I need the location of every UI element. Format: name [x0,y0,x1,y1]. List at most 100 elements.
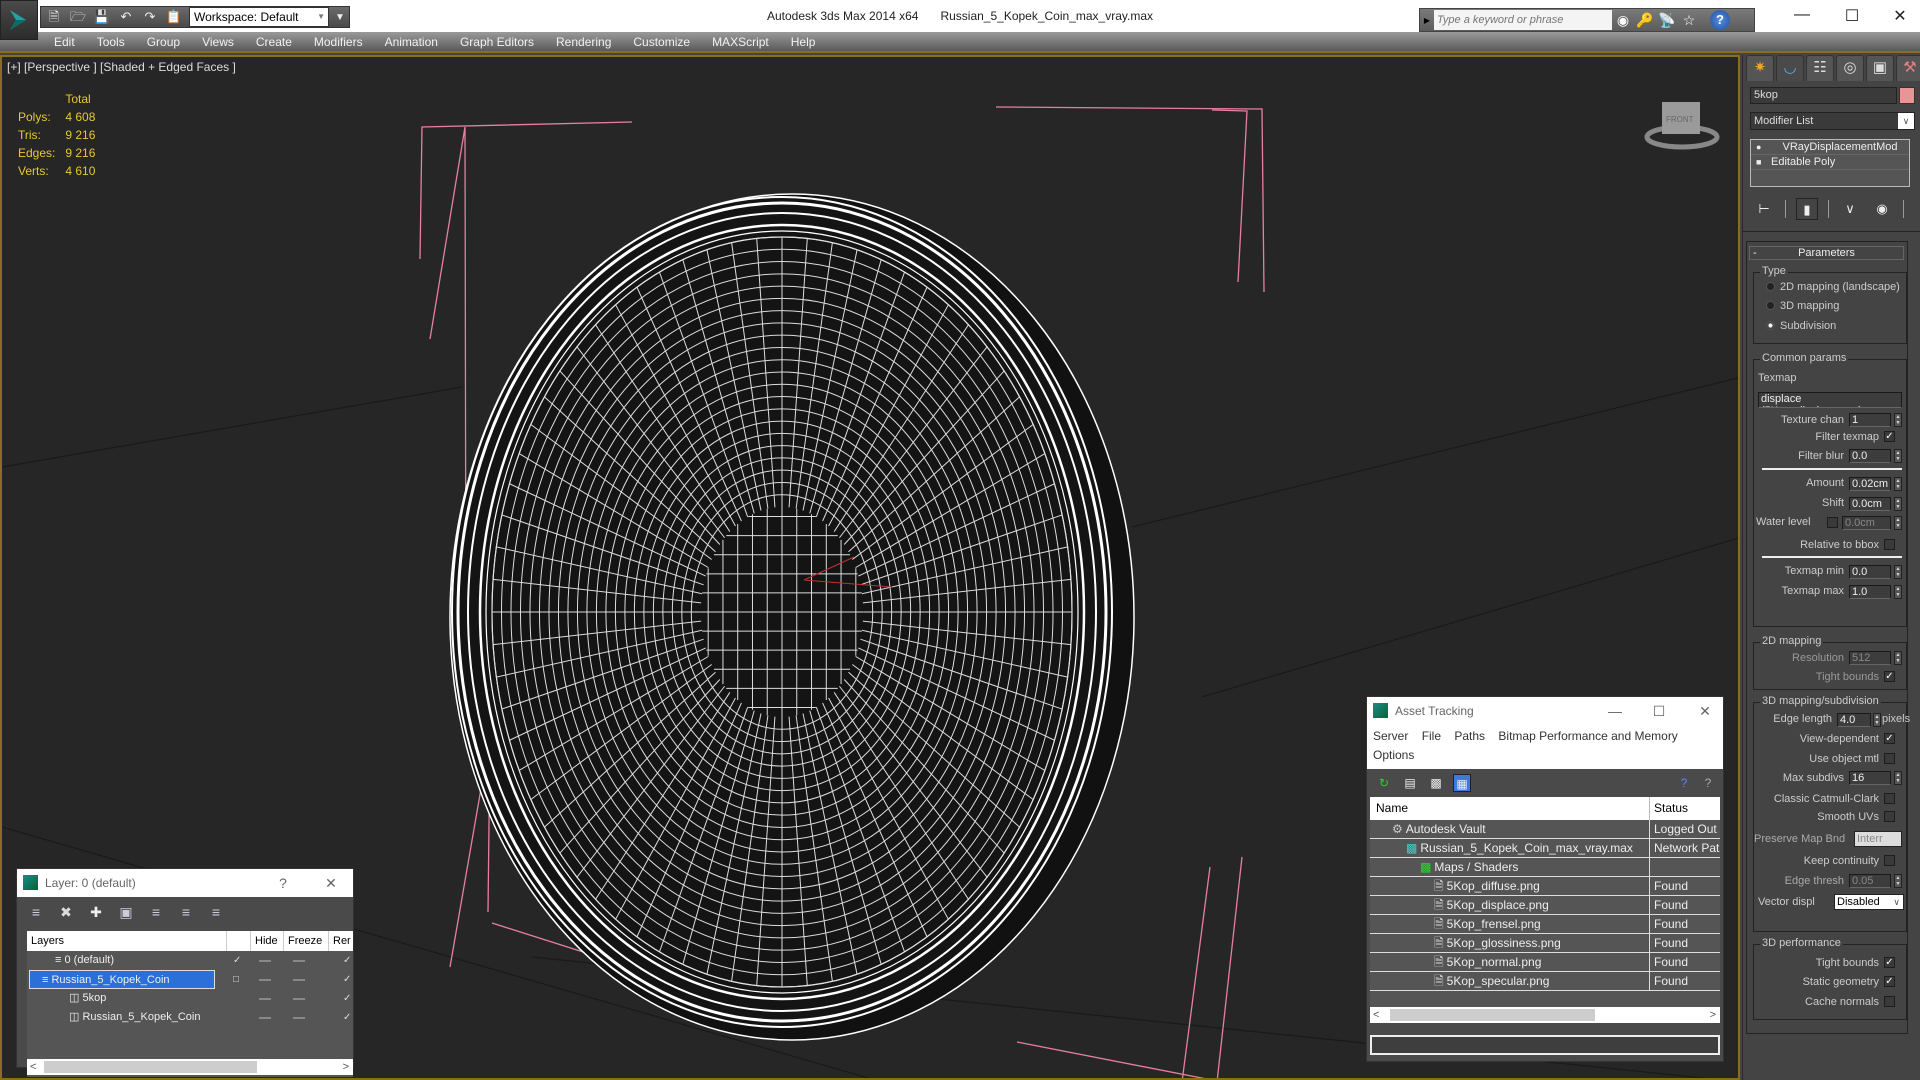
menu-views[interactable]: Views [191,32,245,51]
texmap-min-field[interactable]: 0.0 [1849,565,1891,579]
edge-length-spinner[interactable]: ▲ ▼ [1873,713,1881,727]
hide-toggle[interactable] [259,1017,271,1019]
set-current-checkbox[interactable]: □ [233,970,239,989]
menu-rendering[interactable]: Rendering [545,32,622,51]
hide-toggle[interactable] [259,960,271,962]
menu-modifiers[interactable]: Modifiers [303,32,374,51]
help-globe-icon[interactable]: ? [1675,774,1693,792]
table-row[interactable]: 🗎 5Kop_displace.png Found [1370,896,1720,915]
column-name[interactable]: Name [1370,797,1650,820]
edge-thresh-field[interactable]: 0.05 [1849,874,1891,888]
max-subdivs-field[interactable]: 16 [1849,771,1891,785]
render-toggle[interactable]: ✓ [343,989,351,1008]
object-name-field[interactable]: 5kop [1750,87,1897,104]
column-current[interactable] [227,931,251,951]
render-toggle[interactable]: ✓ [343,1008,351,1027]
menu-server[interactable]: Server [1373,729,1408,743]
column-hide[interactable]: Hide [251,931,284,951]
column-freeze[interactable]: Freeze [284,931,329,951]
keep-continuity-checkbox[interactable] [1884,855,1895,866]
asset-path-field[interactable] [1370,1035,1720,1055]
menu-customize[interactable]: Customize [622,32,701,51]
create-tab[interactable]: ✷ [1746,55,1774,81]
motion-tab[interactable]: ◎ [1836,55,1864,81]
layer-name-cell[interactable]: ≡ 0 (default) [55,951,114,970]
create-layer-icon[interactable]: ≡ [27,903,45,921]
stack-item-vraydisplacement[interactable]: ● VRayDisplacementMod [1751,140,1909,155]
make-unique-icon[interactable]: ∨ [1839,198,1861,220]
table-row[interactable]: 🗎 5Kop_frensel.png Found [1370,915,1720,934]
radio-2d-mapping[interactable]: 2D mapping (landscape) [1766,281,1900,293]
cache-normals-checkbox[interactable] [1884,996,1895,1007]
column-layers[interactable]: Layers [27,931,227,951]
texture-chan-spinner[interactable]: ▲ ▼ [1894,413,1902,427]
texture-chan-field[interactable]: 1 [1849,413,1891,427]
menu-animation[interactable]: Animation [374,32,449,51]
max-subdivs-spinner[interactable]: ▲ ▼ [1894,771,1902,785]
pin-stack-icon[interactable]: ⊢ [1753,198,1775,220]
menu-group[interactable]: Group [136,32,191,51]
app-menu-button[interactable] [0,0,38,40]
layer-row[interactable]: ◫ Russian_5_Kopek_Coin ✓ [27,1008,353,1027]
key-icon[interactable]: 🔑 [1634,12,1656,29]
scroll-left-icon[interactable]: < [30,1059,36,1075]
hide-toggle[interactable] [259,998,271,1000]
scroll-right-icon[interactable]: > [1710,1007,1716,1023]
menu-tools[interactable]: Tools [86,32,136,51]
smooth-uvs-checkbox[interactable] [1884,811,1895,822]
viewcube[interactable]: FRONT [1642,92,1722,152]
menu-help[interactable]: Help [780,32,827,51]
horizontal-scrollbar[interactable]: < > [27,1059,353,1075]
texmap-max-spinner[interactable]: ▲ ▼ [1894,585,1902,599]
water-level-checkbox[interactable] [1827,517,1838,528]
edge-length-field[interactable]: 4.0 [1837,713,1871,727]
maximize-button[interactable]: ☐ [1832,6,1872,26]
close-button[interactable]: ✕ [1693,697,1717,725]
binoculars-icon[interactable]: ◉ [1612,12,1634,29]
delete-layer-icon[interactable]: ✖ [57,903,75,921]
layer-row[interactable]: ◫ 5kop ✓ [27,989,353,1008]
radio-button[interactable] [1766,321,1775,330]
select-objects-icon[interactable]: ▣ [117,903,135,921]
table-row[interactable]: 🗎 5Kop_specular.png Found [1370,972,1720,991]
filter-blur-field[interactable]: 0.0 [1849,449,1891,463]
column-status[interactable]: Status [1650,797,1720,820]
scroll-right-icon[interactable]: > [343,1059,349,1075]
stack-item-editable-poly[interactable]: ■ Editable Poly [1751,155,1909,170]
menu-options[interactable]: Options [1373,748,1414,762]
use-object-mtl-checkbox[interactable] [1884,753,1895,764]
layer-row[interactable]: ⊟≡ Russian_5_Kopek_Coin□✓ [27,970,353,989]
horizontal-scrollbar[interactable]: < > [1370,1007,1720,1023]
close-button[interactable]: ✕ [1880,6,1920,26]
freeze-toggle[interactable] [293,1017,305,1019]
filter-blur-spinner[interactable]: ▲ ▼ [1894,449,1902,463]
radio-subdivision[interactable]: Subdivision [1766,320,1836,332]
menu-create[interactable]: Create [245,32,303,51]
modify-tab[interactable]: ◡ [1776,55,1804,81]
shift-field[interactable]: 0.0cm [1849,497,1891,511]
layer-properties-icon[interactable]: ≡ [207,903,225,921]
table-view-icon[interactable]: ▦ [1453,774,1471,792]
catmull-clark-checkbox[interactable] [1884,793,1895,804]
scroll-thumb[interactable] [44,1061,257,1073]
menu-edit[interactable]: Edit [43,32,86,51]
tight-bounds-2d-checkbox[interactable]: ✓ [1884,671,1895,682]
current-layer-check-icon[interactable]: ✓ [233,951,241,970]
layer-titlebar[interactable]: Layer: 0 (default) ? ✕ [17,869,353,897]
water-level-field[interactable]: 0.0cm [1842,516,1891,530]
tree-view-icon[interactable]: ▩ [1427,774,1445,792]
parameters-rollout-header[interactable]: - Parameters [1749,246,1904,260]
maximize-button[interactable]: ☐ [1647,697,1671,725]
menu-file[interactable]: File [1422,729,1441,743]
scroll-thumb[interactable] [1390,1009,1595,1021]
set-current-layer-icon[interactable]: ≡ [177,903,195,921]
radio-3d-mapping[interactable]: 3D mapping [1766,300,1839,312]
table-row[interactable]: ▩ Maps / Shaders [1370,858,1720,877]
texmap-max-field[interactable]: 1.0 [1849,585,1891,599]
column-render[interactable]: Rer [329,931,353,951]
layer-row[interactable]: ≡ 0 (default) ✓ ✓ [27,951,353,970]
freeze-toggle[interactable] [293,998,305,1000]
list-view-icon[interactable]: ▤ [1401,774,1419,792]
texmap-button[interactable]: displace (5Kop_displace.png) [1758,392,1902,408]
table-row[interactable]: ▩ Russian_5_Kopek_Coin_max_vray.max Networ… [1370,839,1720,858]
